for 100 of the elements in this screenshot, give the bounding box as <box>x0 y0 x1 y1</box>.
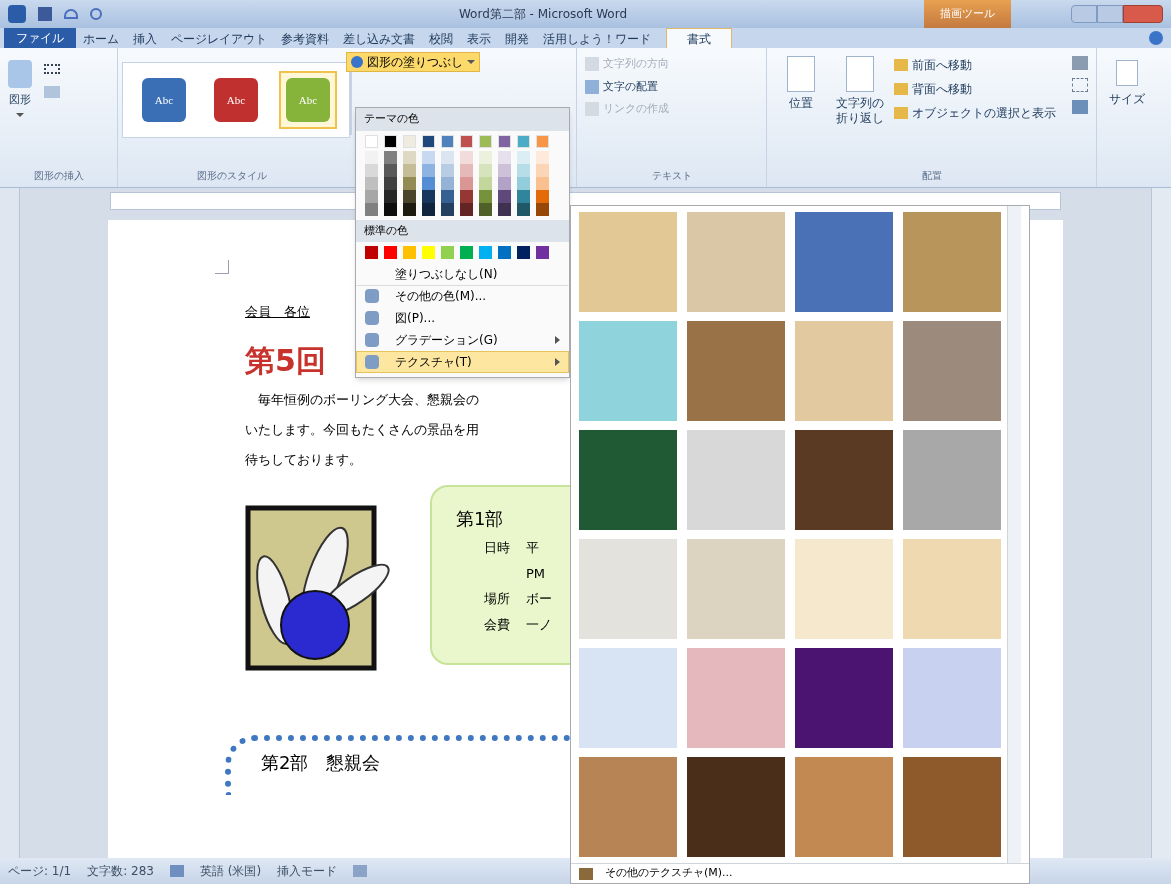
color-swatch[interactable] <box>422 246 435 259</box>
color-swatch[interactable] <box>536 134 549 148</box>
size-button[interactable]: サイズ <box>1109 60 1145 108</box>
texture-swatch[interactable] <box>687 539 785 639</box>
ribbon-tab[interactable]: 開発 <box>498 30 536 48</box>
arrange-button[interactable]: 文字列の折り返し <box>834 56 886 126</box>
menu-item[interactable]: 図(P)... <box>356 307 569 329</box>
color-swatch[interactable] <box>536 150 549 164</box>
close-button[interactable] <box>1123 5 1163 23</box>
texture-swatch[interactable] <box>579 321 677 421</box>
color-swatch[interactable] <box>365 150 378 164</box>
texture-swatch[interactable] <box>579 430 677 530</box>
text-option[interactable]: 文字の配置 <box>585 78 758 95</box>
arrange-option[interactable]: 前面へ移動 <box>894 56 1056 74</box>
arrange-option[interactable]: 背面へ移動 <box>894 80 1056 98</box>
color-swatch[interactable] <box>460 246 473 259</box>
texture-swatch[interactable] <box>903 321 1001 421</box>
word-count: 文字数: 283 <box>87 863 154 880</box>
arrange-button[interactable]: 位置 <box>775 56 827 126</box>
color-swatch[interactable] <box>517 246 530 259</box>
arrange-option[interactable]: オブジェクトの選択と表示 <box>894 104 1056 122</box>
texture-swatch[interactable] <box>903 212 1001 312</box>
color-swatch[interactable] <box>384 246 397 259</box>
texture-swatch[interactable] <box>795 539 893 639</box>
ribbon-tab[interactable]: 校閲 <box>422 30 460 48</box>
color-swatch[interactable] <box>441 134 454 148</box>
texture-swatch[interactable] <box>903 757 1001 857</box>
texture-swatch[interactable] <box>687 757 785 857</box>
color-swatch[interactable] <box>384 150 397 164</box>
minimize-button[interactable] <box>1071 5 1097 23</box>
banner-label: 会費 <box>484 615 511 634</box>
color-swatch[interactable] <box>422 134 435 148</box>
ribbon-tab[interactable]: 書式 <box>666 28 732 48</box>
ribbon-tab[interactable]: ページレイアウト <box>164 30 274 48</box>
texture-swatch[interactable] <box>795 212 893 312</box>
texture-swatch[interactable] <box>687 321 785 421</box>
texture-swatch[interactable] <box>795 430 893 530</box>
group-label: 図形の挿入 <box>32 169 85 183</box>
color-swatch[interactable] <box>441 246 454 259</box>
menu-item[interactable]: その他の色(M)... <box>356 285 569 307</box>
section-heading: 第2部 懇親会 <box>261 752 381 773</box>
ribbon-tab[interactable]: 挿入 <box>126 30 164 48</box>
texture-swatch[interactable] <box>687 648 785 748</box>
color-swatch[interactable] <box>479 246 492 259</box>
color-swatch[interactable] <box>479 150 492 164</box>
banner-value: 平 <box>526 539 539 557</box>
color-swatch[interactable] <box>384 134 397 148</box>
submenu-arrow-icon <box>555 336 560 344</box>
texture-swatch[interactable] <box>903 648 1001 748</box>
texture-swatch[interactable] <box>687 212 785 312</box>
menu-item-icon <box>365 289 379 303</box>
maximize-button[interactable] <box>1097 5 1123 23</box>
texture-swatch[interactable] <box>903 430 1001 530</box>
texture-swatch[interactable] <box>687 430 785 530</box>
addressee-text: 会員 各位 <box>245 303 310 321</box>
color-swatch[interactable] <box>365 246 378 259</box>
shapes-button[interactable]: 図形 <box>8 60 32 117</box>
texture-swatch[interactable] <box>579 648 677 748</box>
color-swatch[interactable] <box>498 134 511 148</box>
menu-item-icon <box>365 355 379 369</box>
color-swatch[interactable] <box>403 150 416 164</box>
window-title: Word第二部 - Microsoft Word <box>458 6 628 23</box>
paragraph-line: 待ちしております。 <box>245 451 363 469</box>
page-count: ページ: 1/1 <box>8 863 72 880</box>
ribbon-tab[interactable]: 参考資料 <box>274 30 336 48</box>
color-swatch[interactable] <box>517 134 530 148</box>
color-swatch[interactable] <box>536 246 549 259</box>
ribbon-tab[interactable]: 表示 <box>460 30 498 48</box>
texture-swatch[interactable] <box>903 539 1001 639</box>
color-swatch[interactable] <box>460 134 473 148</box>
ribbon-tab[interactable]: 差し込み文書 <box>336 30 422 48</box>
color-swatch[interactable] <box>498 150 511 164</box>
texture-swatch[interactable] <box>579 757 677 857</box>
ribbon-tab[interactable]: ホーム <box>76 30 126 48</box>
menu-item[interactable]: その他のテクスチャ(M)... <box>571 863 1029 883</box>
document-title: 第5回 <box>245 341 326 379</box>
color-swatch[interactable] <box>441 150 454 164</box>
context-tab-header: 描画ツール <box>924 0 1011 28</box>
menu-item[interactable]: 塗りつぶしなし(N) <box>356 263 569 285</box>
group-label: 配置 <box>920 169 943 183</box>
color-swatch[interactable] <box>422 150 435 164</box>
texture-swatch[interactable] <box>579 539 677 639</box>
ribbon-tab[interactable]: ファイル <box>4 28 76 48</box>
texture-swatch[interactable] <box>579 212 677 312</box>
color-swatch[interactable] <box>479 134 492 148</box>
color-swatch[interactable] <box>517 150 530 164</box>
texture-swatch[interactable] <box>795 648 893 748</box>
menu-item[interactable]: テクスチャ(T) <box>356 351 569 373</box>
color-swatch[interactable] <box>403 246 416 259</box>
color-swatch[interactable] <box>460 150 473 164</box>
shape-fill-button[interactable]: 図形の塗りつぶし <box>346 52 480 72</box>
banner-label: 場所 <box>484 590 511 608</box>
color-swatch[interactable] <box>365 134 378 148</box>
color-swatch[interactable] <box>498 246 511 259</box>
caret-icon <box>16 112 24 117</box>
texture-swatch[interactable] <box>795 321 893 421</box>
color-swatch[interactable] <box>403 134 416 148</box>
texture-swatch[interactable] <box>795 757 893 857</box>
ribbon-tab[interactable]: 活用しよう！ワード <box>536 30 658 48</box>
menu-item[interactable]: グラデーション(G) <box>356 329 569 351</box>
